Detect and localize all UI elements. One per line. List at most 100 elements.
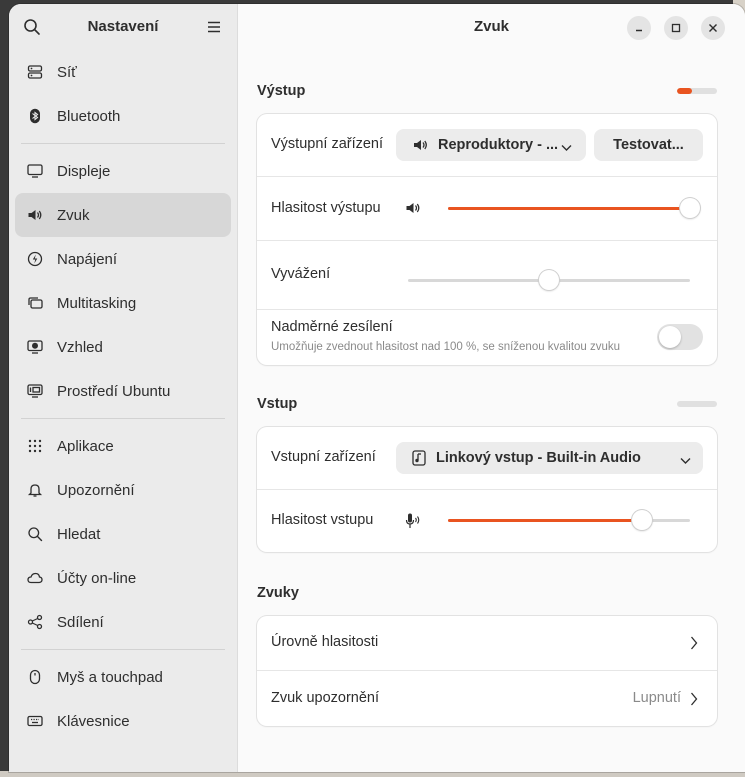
sidebar-item[interactable]: Hledat: [15, 512, 231, 556]
output-device-dropdown[interactable]: Reproduktory - ...: [396, 129, 586, 161]
chevron-down-icon: [561, 140, 572, 156]
sidebar-item[interactable]: Vzhled: [15, 325, 231, 369]
overamplification-switch[interactable]: [657, 324, 703, 350]
test-button[interactable]: Testovat...: [594, 129, 703, 161]
main-header: Zvuk: [238, 4, 745, 50]
balance-row: Vyvážení: [257, 241, 717, 310]
close-button[interactable]: [701, 16, 725, 40]
keyboard-icon: [27, 713, 43, 729]
sidebar-item-label: Napájení: [57, 250, 118, 268]
sidebar-item[interactable]: Síť: [15, 50, 231, 94]
volume-levels-row[interactable]: Úrovně hlasitosti: [257, 616, 717, 671]
sounds-section-title: Zvuky: [257, 585, 299, 601]
minimize-button[interactable]: [627, 16, 651, 40]
sidebar-item[interactable]: Klávesnice: [15, 699, 231, 743]
sidebar-item[interactable]: Upozornění: [15, 468, 231, 512]
input-device-row: Vstupní zařízení Linkový vstup - Built-i…: [257, 427, 717, 490]
input-volume-row: Hlasitost vstupu: [257, 490, 717, 552]
output-device-label: Výstupní zařízení: [271, 136, 384, 152]
sidebar-item-label: Vzhled: [57, 338, 103, 356]
sidebar-item-label: Aplikace: [57, 437, 114, 455]
balance-slider[interactable]: [408, 270, 690, 290]
alert-sound-label: Zvuk upozornění: [271, 690, 380, 706]
sidebar-item-label: Síť: [57, 63, 77, 81]
output-volume-slider[interactable]: [448, 198, 700, 218]
sidebar-item[interactable]: Sdílení: [15, 600, 231, 644]
sidebar-item-label: Hledat: [57, 525, 101, 543]
overamplification-label: Nadměrné zesílení: [271, 319, 393, 335]
maximize-icon: [671, 23, 681, 33]
minimize-icon: [636, 29, 642, 32]
mouse-icon: [27, 669, 43, 685]
output-level-meter: [677, 88, 717, 94]
sidebar-item[interactable]: Displeje: [15, 149, 231, 193]
sidebar-item[interactable]: Účty on-line: [15, 556, 231, 600]
sidebar-item[interactable]: Napájení: [15, 237, 231, 281]
sidebar-item-label: Displeje: [57, 162, 111, 180]
output-device-value: Reproduktory - ...: [438, 137, 559, 153]
output-card: Výstupní zařízení Reproduktory - ... Tes…: [257, 114, 717, 365]
alert-sound-row[interactable]: Zvuk upozornění Lupnutí: [257, 671, 717, 726]
speaker-volume-icon[interactable]: [405, 200, 421, 221]
input-device-dropdown[interactable]: Linkový vstup - Built-in Audio: [396, 442, 703, 474]
output-device-row: Výstupní zařízení Reproduktory - ... Tes…: [257, 114, 717, 177]
appearance-icon: [27, 339, 43, 355]
input-card: Vstupní zařízení Linkový vstup - Built-i…: [257, 427, 717, 552]
chevron-right-icon: [690, 692, 698, 711]
close-icon: [709, 24, 717, 32]
sidebar-title: Nastavení: [87, 18, 159, 35]
main-panel: Zvuk Výstup Výstupní zařízení Reprodukto…: [238, 4, 745, 772]
power-icon: [27, 251, 43, 267]
sidebar-separator: [21, 143, 225, 144]
share-icon: [27, 614, 43, 630]
settings-window: Nastavení Síť Bluetooth Displeje Zvuk Napáje…: [9, 4, 745, 772]
sidebar-item-label: Prostředí Ubuntu: [57, 382, 171, 400]
sidebar-list: Síť Bluetooth Displeje Zvuk Napájení Multitas…: [9, 50, 237, 743]
balance-label: Vyvážení: [271, 266, 331, 282]
input-volume-slider[interactable]: [448, 510, 690, 530]
overamplification-description: Umožňuje zvednout hlasitost nad 100 %, s…: [271, 341, 621, 353]
volume-levels-label: Úrovně hlasitosti: [271, 634, 379, 650]
input-section-title: Vstup: [257, 396, 298, 412]
input-level-meter: [677, 401, 717, 407]
input-volume-knob[interactable]: [632, 510, 652, 530]
ubuntu-desktop-icon: [27, 383, 43, 399]
overamplification-row: Nadměrné zesílení Umožňuje zvednout hlas…: [257, 310, 717, 365]
input-device-value: Linkový vstup - Built-in Audio: [436, 450, 641, 466]
sidebar-item[interactable]: Aplikace: [15, 424, 231, 468]
sidebar-item[interactable]: Prostředí Ubuntu: [15, 369, 231, 413]
bell-icon: [27, 482, 43, 498]
display-icon: [27, 163, 43, 179]
output-volume-row: Hlasitost výstupu: [257, 177, 717, 241]
input-device-label: Vstupní zařízení: [271, 449, 376, 465]
microphone-icon[interactable]: [404, 512, 422, 535]
balance-knob[interactable]: [539, 270, 559, 290]
speaker-icon: [27, 207, 43, 223]
sidebar-separator: [21, 649, 225, 650]
line-in-icon: [412, 450, 426, 466]
multitasking-icon: [27, 295, 43, 311]
apps-grid-icon: [27, 438, 43, 454]
sidebar-separator: [21, 418, 225, 419]
chevron-down-icon: [680, 453, 691, 469]
sidebar: Nastavení Síť Bluetooth Displeje Zvuk Napáje…: [9, 4, 238, 772]
sidebar-item[interactable]: Bluetooth: [15, 94, 231, 138]
sidebar-item-label: Bluetooth: [57, 107, 121, 125]
sidebar-item-label: Účty on-line: [57, 569, 137, 587]
output-volume-knob[interactable]: [680, 198, 700, 218]
sidebar-item-label: Myš a touchpad: [57, 668, 163, 686]
sidebar-item[interactable]: Myš a touchpad: [15, 655, 231, 699]
cloud-icon: [27, 570, 43, 586]
bluetooth-icon: [27, 108, 43, 124]
output-section-title: Výstup: [257, 83, 306, 99]
sidebar-item[interactable]: Zvuk: [15, 193, 231, 237]
sidebar-item-label: Upozornění: [57, 481, 135, 499]
output-volume-label: Hlasitost výstupu: [271, 200, 381, 216]
sidebar-item[interactable]: Multitasking: [15, 281, 231, 325]
alert-sound-value: Lupnutí: [632, 690, 681, 706]
sidebar-item-label: Klávesnice: [57, 712, 130, 730]
hamburger-menu-icon[interactable]: [205, 18, 223, 36]
sidebar-item-label: Multitasking: [57, 294, 137, 312]
maximize-button[interactable]: [664, 16, 688, 40]
search-icon: [27, 526, 43, 542]
